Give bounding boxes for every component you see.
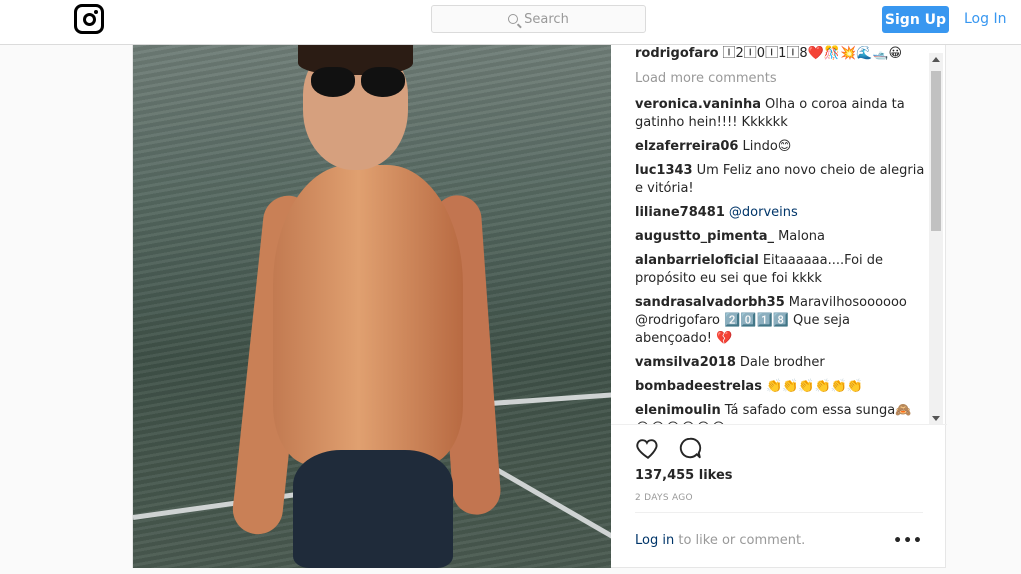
comment-username[interactable]: vamsilva2018 xyxy=(635,355,736,370)
comment-item: vamsilva2018 Dale brodher xyxy=(635,354,925,372)
post-date[interactable]: 2 DAYS AGO xyxy=(635,493,693,503)
likes-count[interactable]: 137,455 likes xyxy=(635,468,733,483)
comment-username[interactable]: luc1343 xyxy=(635,163,693,178)
comment-username[interactable]: sandrasalvadorbh35 xyxy=(635,295,785,310)
search-placeholder: Search xyxy=(524,11,569,27)
comment-username[interactable]: augustto_pimenta_ xyxy=(635,229,774,244)
post-photo[interactable] xyxy=(133,45,611,568)
more-options-icon[interactable]: ••• xyxy=(893,533,923,549)
post-sidebar: rodrigofaro 🄸2🄸0🄸1🄸8❤️🎊💥🌊🛥️😀 Load more co… xyxy=(611,45,947,568)
login-link-inline[interactable]: Log in xyxy=(635,533,674,548)
comment-item: elenimoulinTá safado com essa sunga🙈 😂😂😂… xyxy=(635,402,925,424)
comment-username[interactable]: elzaferreira06 xyxy=(635,139,738,154)
comments-scrollbar[interactable] xyxy=(929,53,943,424)
search-icon xyxy=(508,14,519,24)
comment-text: 🄸2🄸0🄸1🄸8❤️🎊💥🌊🛥️😀 xyxy=(722,46,903,61)
scroll-down-arrow-icon[interactable] xyxy=(932,416,940,421)
comment-username[interactable]: alanbarrieloficial xyxy=(635,253,759,268)
comment-text: Malona xyxy=(778,229,826,244)
comment-item: elzaferreira06 Lindo😊 xyxy=(635,138,925,156)
comment-username[interactable]: elenimoulin xyxy=(635,403,721,418)
comment-text: Dale brodher xyxy=(739,355,825,370)
comment-item: luc1343 Um Feliz ano novo cheio de alegri… xyxy=(635,162,925,198)
comment-text[interactable]: @dorveins xyxy=(729,205,798,220)
login-to-comment-bar: Log in to like or comment. ••• xyxy=(635,512,923,568)
post-actions xyxy=(635,435,703,461)
comment-text: 👏👏👏👏👏👏 xyxy=(765,379,864,394)
login-link[interactable]: Log In xyxy=(964,11,1006,27)
comment-item: veronica.vaninha Olha o coroa ainda ta ga… xyxy=(635,96,925,132)
caption-comment: rodrigofaro 🄸2🄸0🄸1🄸8❤️🎊💥🌊🛥️😀 xyxy=(635,45,925,63)
comment-username[interactable]: veronica.vaninha xyxy=(635,97,761,112)
comments-panel[interactable]: rodrigofaro 🄸2🄸0🄸1🄸8❤️🎊💥🌊🛥️😀 Load more co… xyxy=(611,45,947,425)
scroll-up-arrow-icon[interactable] xyxy=(932,57,940,62)
comment-username[interactable]: rodrigofaro xyxy=(635,46,719,61)
top-navbar: Search Sign Up Log In xyxy=(0,0,1021,45)
search-input[interactable]: Search xyxy=(431,5,646,33)
load-more-comments-button[interactable]: Load more comments xyxy=(635,70,925,88)
comment-item: augustto_pimenta_ Malona xyxy=(635,228,925,246)
comment-item: sandrasalvadorbh35 Maravilhosoooooo @rodr… xyxy=(635,294,925,348)
comment-username[interactable]: bombadeestrelas xyxy=(635,379,762,394)
comment-username[interactable]: liliane78481 xyxy=(635,205,725,220)
comment-item: bombadeestrelas 👏👏👏👏👏👏 xyxy=(635,378,925,396)
login-prompt-text: to like or comment. xyxy=(678,533,806,548)
comment-item: liliane78481 @dorveins xyxy=(635,204,925,222)
post-card: rodrigofaro 🄸2🄸0🄸1🄸8❤️🎊💥🌊🛥️😀 Load more co… xyxy=(132,45,947,568)
person-figure xyxy=(230,45,523,568)
instagram-logo-icon[interactable] xyxy=(74,4,104,34)
signup-button[interactable]: Sign Up xyxy=(882,6,949,33)
sunglasses xyxy=(311,67,407,99)
comment-icon[interactable] xyxy=(677,435,703,461)
scrollbar-thumb[interactable] xyxy=(931,71,941,231)
heart-icon[interactable] xyxy=(635,435,661,461)
comment-text: Lindo😊 xyxy=(742,139,792,154)
comment-item: alanbarrieloficial Eitaaaaaa....Foi de pr… xyxy=(635,252,925,288)
